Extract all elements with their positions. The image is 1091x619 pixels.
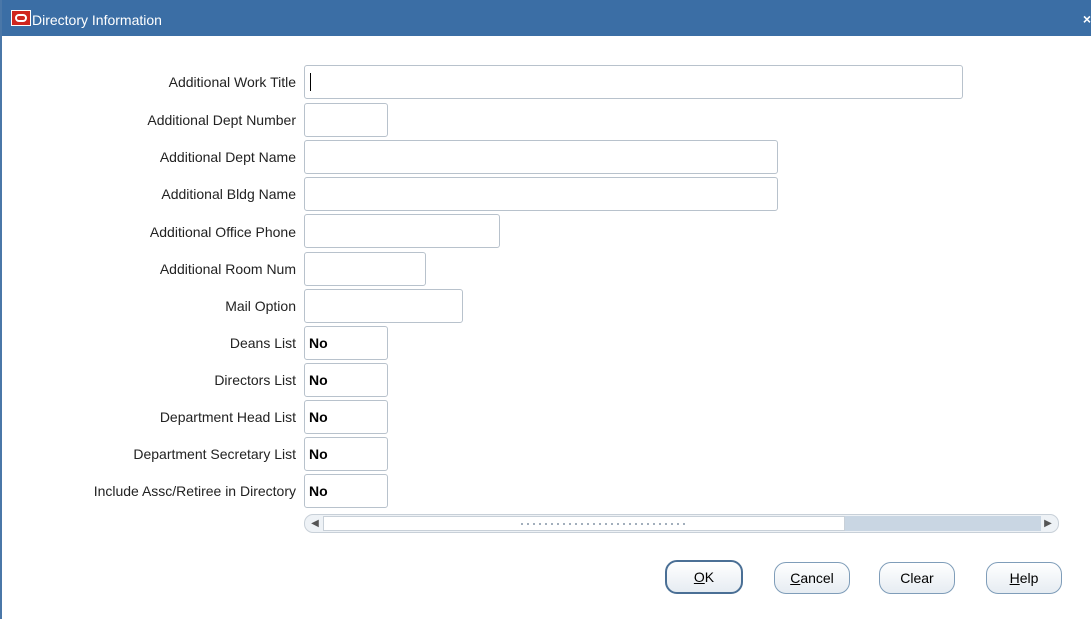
- label-directors-list: Directors List: [214, 372, 296, 388]
- deans-list-field[interactable]: [304, 326, 388, 360]
- additional-room-num-field[interactable]: [304, 252, 426, 286]
- scrollbar-track[interactable]: [845, 516, 1041, 531]
- label-additional-office-phone: Additional Office Phone: [149, 224, 296, 240]
- ok-button[interactable]: OK: [665, 560, 743, 594]
- additional-dept-number-field[interactable]: [304, 103, 388, 137]
- cancel-button[interactable]: Cancel: [774, 562, 850, 594]
- label-additional-dept-number: Additional Dept Number: [147, 112, 296, 128]
- label-additional-work-title: Additional Work Title: [168, 74, 296, 90]
- additional-office-phone-field[interactable]: [304, 214, 500, 248]
- label-include-assc-retiree: Include Assc/Retiree in Directory: [93, 483, 296, 499]
- additional-dept-name-field[interactable]: [304, 140, 778, 174]
- window-title: Directory Information: [32, 12, 162, 28]
- horizontal-scrollbar[interactable]: ◀ ▶: [304, 514, 1059, 533]
- label-additional-room-num: Additional Room Num: [159, 261, 296, 277]
- arrow-left-icon[interactable]: ◀: [306, 515, 324, 532]
- scrollbar-grip: [519, 521, 689, 527]
- include-assc-retiree-field[interactable]: [304, 474, 388, 508]
- department-secretary-list-field[interactable]: [304, 437, 388, 471]
- mail-option-field[interactable]: [304, 289, 463, 323]
- additional-bldg-name-field[interactable]: [304, 177, 778, 211]
- close-icon[interactable]: ×: [1083, 12, 1091, 26]
- help-button[interactable]: Help: [986, 562, 1062, 594]
- title-bar: Directory Information ×: [2, 0, 1091, 36]
- arrow-right-icon[interactable]: ▶: [1039, 515, 1057, 532]
- label-department-head-list: Department Head List: [159, 409, 296, 425]
- oracle-logo-icon: [11, 10, 31, 26]
- directory-information-window: Directory Information × Additional Work …: [0, 0, 1091, 619]
- scrollbar-thumb[interactable]: [323, 516, 845, 531]
- label-deans-list: Deans List: [229, 335, 296, 351]
- text-caret: [310, 73, 311, 91]
- additional-work-title-field[interactable]: [304, 65, 963, 99]
- clear-button[interactable]: Clear: [879, 562, 955, 594]
- label-department-secretary-list: Department Secretary List: [133, 446, 296, 462]
- label-additional-dept-name: Additional Dept Name: [159, 149, 296, 165]
- department-head-list-field[interactable]: [304, 400, 388, 434]
- label-additional-bldg-name: Additional Bldg Name: [161, 186, 296, 202]
- directors-list-field[interactable]: [304, 363, 388, 397]
- label-mail-option: Mail Option: [225, 298, 296, 314]
